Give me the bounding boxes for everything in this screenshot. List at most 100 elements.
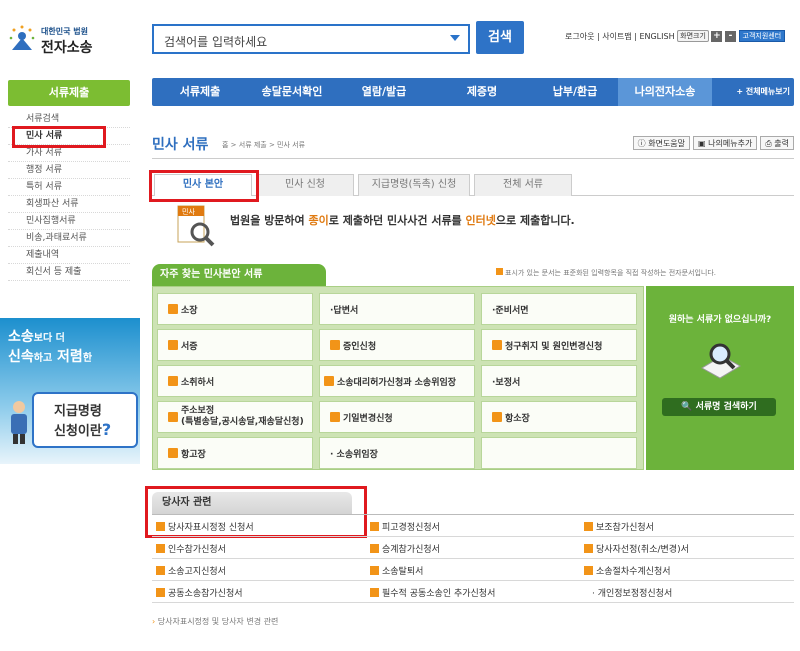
party-doc-link[interactable]: 소송탈퇴서 bbox=[366, 559, 576, 581]
gnav-view[interactable]: 열람/발급 bbox=[344, 78, 424, 106]
utility-links: 로그아웃 | 사이트맵 | ENGLISH 화면크기 + - 고객지원센터 bbox=[565, 30, 786, 42]
e-doc-icon bbox=[330, 340, 340, 350]
doc-complaint[interactable]: 소장 bbox=[157, 293, 313, 325]
left-nav-item[interactable]: 행정 서류 bbox=[8, 162, 130, 179]
add-my-menu-button[interactable]: ▣ 나의메뉴추가 bbox=[693, 136, 758, 150]
party-doc-link[interactable]: 필수적 공동소송인 추가신청서 bbox=[366, 581, 576, 603]
title-divider bbox=[152, 158, 794, 159]
left-nav-item[interactable]: 비송,과태료서류 bbox=[8, 230, 130, 247]
left-nav-item[interactable]: 회생파산 서류 bbox=[8, 196, 130, 213]
doc-agent-permission[interactable]: 소송대리허가신청과 소송위임장 bbox=[319, 365, 475, 397]
left-nav-item[interactable]: 특허 서류 bbox=[8, 179, 130, 196]
doc-power-of-attorney[interactable]: · 소송위임장 bbox=[319, 437, 475, 469]
person-icon bbox=[11, 401, 27, 444]
e-doc-icon bbox=[584, 565, 593, 575]
print-button[interactable]: ⎙ 출력 bbox=[760, 136, 794, 150]
e-doc-icon bbox=[156, 565, 165, 575]
doc-address-correction[interactable]: 주소보정 (특별송달,공시송달,재송달신청) bbox=[157, 401, 313, 433]
e-doc-icon bbox=[492, 340, 502, 350]
gnav-my-lawsuit[interactable]: 나의전자소송 bbox=[618, 78, 712, 106]
banner-line-2: 신속하고 저렴한 bbox=[8, 349, 93, 365]
payment-order-banner[interactable]: 소송보다 더 신속하고 저렴한 지급명령 신청이란? bbox=[0, 318, 140, 464]
highlight-civil-docs bbox=[12, 126, 106, 148]
e-doc-icon bbox=[324, 376, 334, 386]
highlight-civil-main-tab bbox=[149, 170, 259, 202]
table-row: 당사자표시정정 신청서 피고경정신청서 보조참가신청서 bbox=[152, 515, 794, 537]
doc-date-change[interactable]: 기일변경신청 bbox=[319, 401, 475, 433]
frequent-docs-title: 자주 찾는 민사본안 서류 bbox=[152, 264, 326, 286]
intro-text: 법원을 방문하여 종이로 제출하던 민사사건 서류를 인터넷으로 제출합니다. bbox=[230, 214, 575, 227]
party-doc-link[interactable]: · 개인정보정정신청서 bbox=[580, 581, 790, 603]
banner-bubble-line-2: 신청이란? bbox=[54, 420, 112, 439]
search-button[interactable]: 검색 bbox=[476, 21, 524, 54]
dropdown-arrow-icon[interactable] bbox=[450, 35, 460, 41]
party-doc-link[interactable]: 소송절차수계신청서 bbox=[580, 559, 790, 581]
gnav-certificate[interactable]: 제증명 bbox=[442, 78, 522, 106]
tab-civil-application[interactable]: 민사 신청 bbox=[256, 174, 354, 196]
party-doc-link[interactable]: 승계참가신청서 bbox=[366, 537, 576, 559]
gnav-payment[interactable]: 납부/환급 bbox=[532, 78, 618, 106]
e-doc-icon bbox=[168, 412, 178, 422]
e-doc-icon bbox=[584, 521, 593, 531]
zoom-in-button[interactable]: + bbox=[711, 30, 723, 42]
doc-complaint-appeal[interactable]: 항고장 bbox=[157, 437, 313, 469]
e-doc-icon bbox=[370, 587, 379, 597]
doc-witness[interactable]: 증인신청 bbox=[319, 329, 475, 361]
doc-search-question: 원하는 서류가 없으십니까? bbox=[668, 315, 772, 325]
e-doc-icon bbox=[370, 565, 379, 575]
doc-answer[interactable]: ·답변서 bbox=[319, 293, 475, 325]
doc-claim-change[interactable]: 청구취지 및 원인변경신청 bbox=[481, 329, 637, 361]
party-doc-link[interactable]: 당사자선정(취소/변경)서 bbox=[580, 537, 790, 559]
document-magnifier-icon: 민사 bbox=[177, 205, 215, 247]
page-title: 민사 서류 bbox=[152, 137, 209, 153]
banner-bubble: 지급명령 신청이란? bbox=[32, 392, 138, 448]
banner-bubble-line-1: 지급명령 bbox=[54, 404, 102, 419]
doc-correction[interactable]: ·보정서 bbox=[481, 365, 637, 397]
search-input[interactable]: 검색어를 입력하세요 bbox=[152, 24, 470, 54]
doc-brief[interactable]: ·준비서면 bbox=[481, 293, 637, 325]
doc-appeal[interactable]: 항소장 bbox=[481, 401, 637, 433]
e-doc-icon bbox=[156, 587, 165, 597]
search-placeholder: 검색어를 입력하세요 bbox=[164, 35, 268, 49]
party-doc-link[interactable]: 피고경정신청서 bbox=[366, 515, 576, 537]
zoom-out-button[interactable]: - bbox=[725, 30, 736, 42]
all-menu-button[interactable]: + 전체메뉴보기 bbox=[736, 78, 790, 106]
gnav-delivery[interactable]: 송달문서확인 bbox=[244, 78, 340, 106]
logo-small-text: 대한민국 법원 bbox=[41, 27, 88, 36]
party-doc-link[interactable]: 공동소송참가신청서 bbox=[152, 581, 362, 603]
customer-center-button[interactable]: 고객지원센터 bbox=[738, 30, 786, 42]
e-doc-icon bbox=[584, 543, 593, 553]
page-tools: ⓘ 화면도움말 ▣ 나의메뉴추가 ⎙ 출력 bbox=[630, 136, 794, 150]
gnav-submit[interactable]: 서류제출 bbox=[160, 78, 240, 106]
site-logo[interactable]: 대한민국 법원 전자소송 bbox=[8, 22, 98, 56]
party-doc-link[interactable]: 보조참가신청서 bbox=[580, 515, 790, 537]
util-links-text[interactable]: 로그아웃 | 사이트맵 | ENGLISH bbox=[565, 31, 675, 42]
tab-all-docs[interactable]: 전체 서류 bbox=[474, 174, 572, 196]
party-footer-link[interactable]: › 당사자표시정정 및 당사자 변경 관련 bbox=[152, 616, 278, 627]
e-doc-icon bbox=[168, 340, 178, 350]
table-row: 소송고지신청서 소송탈퇴서 소송절차수계신청서 bbox=[152, 559, 794, 581]
screen-size-label: 화면크기 bbox=[677, 30, 709, 42]
table-row: 공동소송참가신청서 필수적 공동소송인 추가신청서 · 개인정보정정신청서 bbox=[152, 581, 794, 603]
frequent-docs-note: 표시가 있는 문서는 표준화된 입력항목을 직접 작성하는 전자문서입니다. bbox=[496, 268, 716, 278]
doc-withdrawal[interactable]: 소취하서 bbox=[157, 365, 313, 397]
e-doc-icon bbox=[168, 304, 178, 314]
court-logo-icon bbox=[9, 25, 35, 50]
map-magnifier-icon bbox=[701, 343, 741, 379]
party-doc-link[interactable]: 당사자표시정정 신청서 bbox=[152, 515, 362, 537]
intro-icon-label: 민사 bbox=[182, 207, 195, 216]
banner-line-1: 소송보다 더 bbox=[8, 329, 65, 345]
doc-search-button[interactable]: 🔍 서류명 검색하기 bbox=[662, 398, 776, 416]
party-doc-link[interactable]: 소송고지신청서 bbox=[152, 559, 362, 581]
party-doc-link[interactable]: 인수참가신청서 bbox=[152, 537, 362, 559]
e-doc-icon bbox=[370, 521, 379, 531]
e-doc-icon bbox=[156, 521, 165, 531]
left-nav-item[interactable]: 제출내역 bbox=[8, 247, 130, 264]
e-doc-icon bbox=[168, 448, 178, 458]
tab-payment-order[interactable]: 지급명령(독촉) 신청 bbox=[358, 174, 470, 196]
e-doc-icon bbox=[496, 268, 503, 275]
doc-evidence[interactable]: 서증 bbox=[157, 329, 313, 361]
help-button[interactable]: ⓘ 화면도움말 bbox=[632, 136, 691, 150]
left-nav-item[interactable]: 회신서 등 제출 bbox=[8, 264, 130, 281]
left-nav-item[interactable]: 민사집행서류 bbox=[8, 213, 130, 230]
